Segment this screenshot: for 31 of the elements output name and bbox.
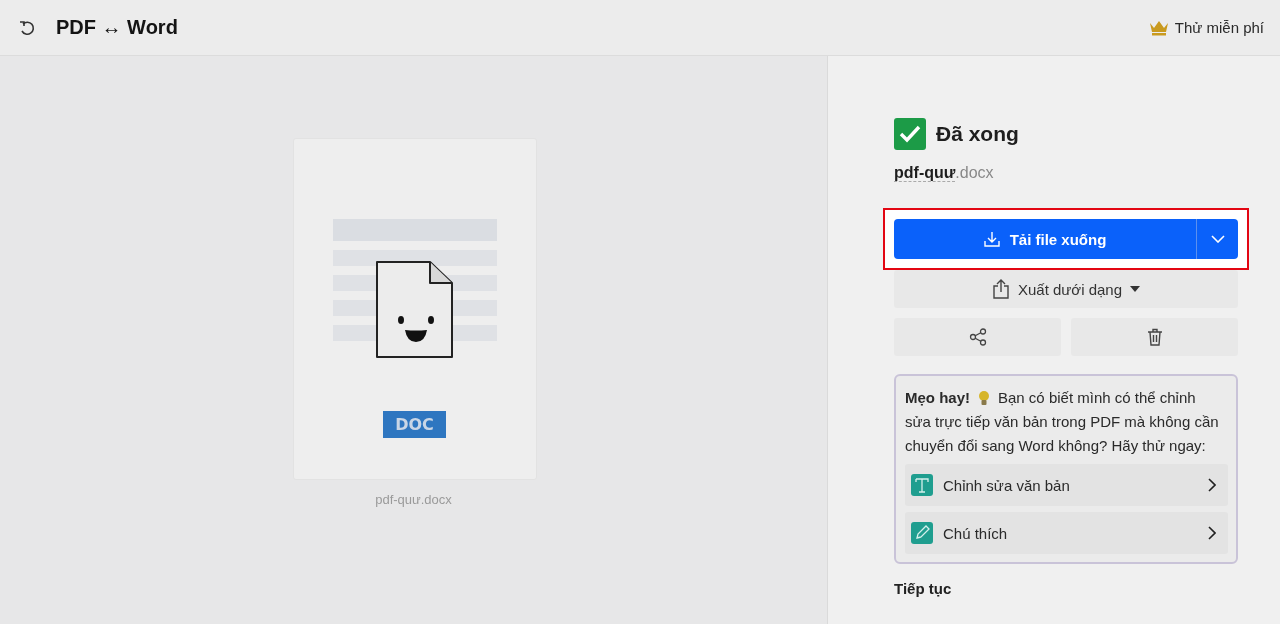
file-extension: .docx [955,164,994,181]
tool-link[interactable]: Chú thích [905,512,1228,554]
section-heading: Tiếp tục [894,580,953,597]
check-icon [894,118,926,150]
caret-icon [1130,286,1141,292]
status-label: Đã xong [936,122,1019,146]
lightbulb-icon [978,390,990,406]
undo-icon[interactable] [18,18,36,37]
text-tool-icon [911,474,933,496]
tool-link[interactable]: Chỉnh sửa văn bản [905,464,1228,506]
file-name: pdf-quư.docx [375,492,452,507]
trash-icon [1146,328,1163,346]
free-trial-button[interactable]: Thử miễn phí [1140,13,1264,42]
share-box-icon [991,279,1010,299]
crown-icon [1148,19,1169,36]
file-type-label: DOC [383,411,446,438]
app-title: PDF ↔ Word [56,16,178,39]
tip-title: Mẹo hay! [905,388,970,408]
file-name-field[interactable]: pdf-quư [894,164,956,182]
download-icon [983,231,1000,247]
tip-text: Bạn có biết mình có thể chỉnh [998,388,1196,408]
dropdown-button[interactable] [1196,219,1238,259]
delete-button[interactable] [1071,318,1238,356]
download-button[interactable]: Tải file xuống [894,219,1196,259]
export-button[interactable]: Xuất dưới dạng [894,270,1238,308]
chevron-down-icon [1210,235,1225,243]
tip-text: sửa trực tiếp văn bản trong PDF mà không cần chuyển đổi sang Word không? Hãy thử ngay: [905,412,1220,456]
chevron-right-icon [1208,478,1216,492]
share-icon [968,328,987,346]
pencil-icon [911,522,933,544]
chevron-right-icon [1208,526,1216,540]
